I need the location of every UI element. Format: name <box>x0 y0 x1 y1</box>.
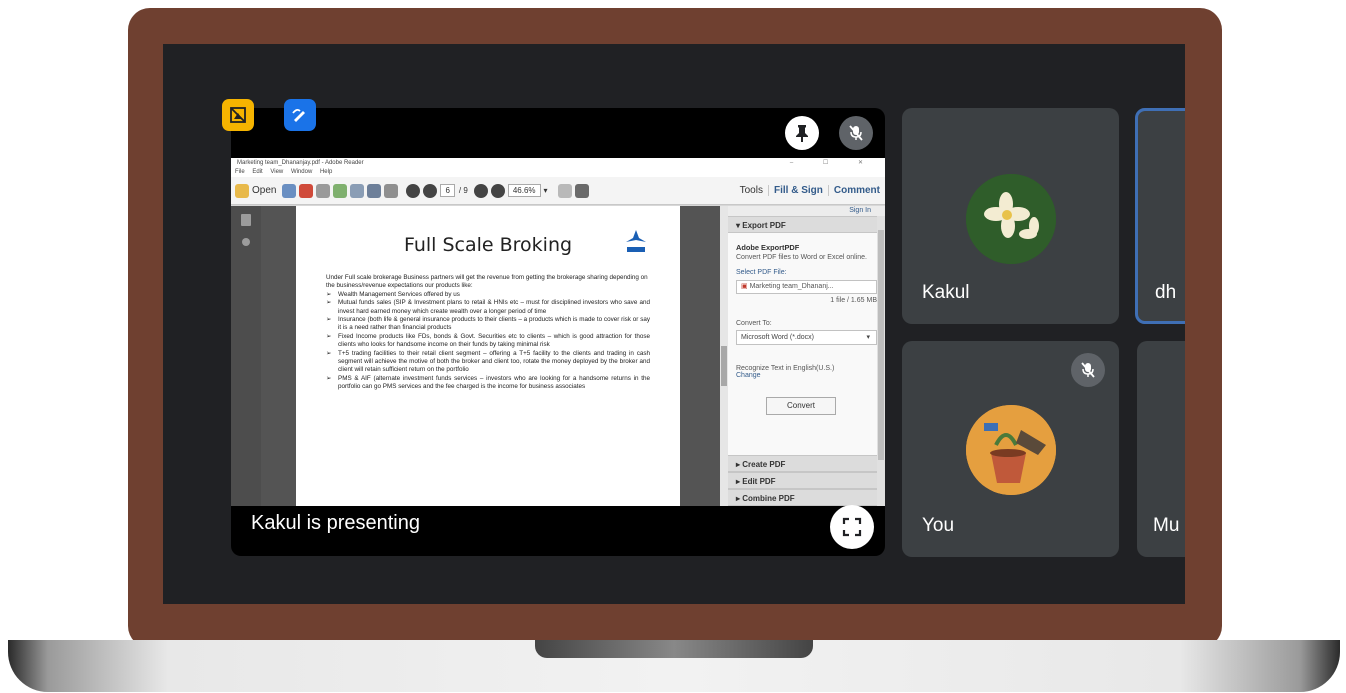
participant-tile[interactable]: Kakul <box>902 108 1119 324</box>
export-pdf-icon[interactable] <box>299 183 314 198</box>
convert-button[interactable]: Convert <box>766 397 836 415</box>
mic-off-icon <box>1071 353 1105 387</box>
avatar <box>966 174 1056 264</box>
pdf-page: Full Scale Broking Under Full scale brok… <box>296 206 680 506</box>
recognize-text-label: Recognize Text in English(U.S.) <box>736 365 835 372</box>
participant-name: Kakul <box>922 282 970 303</box>
file-size: 1 file / 1.65 MB <box>830 297 877 304</box>
edit-icon[interactable] <box>316 183 331 198</box>
laptop-hinge-notch <box>535 640 813 658</box>
participant-name: Mu <box>1153 515 1180 536</box>
fill-sign-tab[interactable]: Fill & Sign <box>767 185 828 196</box>
export-pdf-panel: Adobe ExportPDF Convert PDF files to Wor… <box>728 233 885 455</box>
convert-to-select[interactable]: Microsoft Word (*.docx) <box>736 330 877 345</box>
convert-to-label: Convert To: <box>736 320 772 327</box>
export-panel-title: Adobe ExportPDF <box>736 243 800 252</box>
page-number-input[interactable]: 6 <box>440 184 455 197</box>
document-title: Full Scale Broking <box>403 234 573 256</box>
toolbar: Open 6 / 9 46.6% ▾ Tools Fill & Sign Com… <box>231 177 885 205</box>
document-bullet-list: Wealth Management Services offered by us… <box>326 291 650 392</box>
avatar <box>966 405 1056 495</box>
window-title-bar: Marketing team_Dhananjay.pdf - Adobe Rea… <box>231 158 885 168</box>
page-down-icon[interactable] <box>423 183 438 198</box>
page-up-icon[interactable] <box>406 183 421 198</box>
window-controls[interactable]: – ☐ ✕ <box>790 158 877 168</box>
document-area: Full Scale Broking Under Full scale brok… <box>261 206 720 506</box>
create-pdf-section-header[interactable]: ▸ Create PDF <box>728 455 885 472</box>
selected-file-name: Marketing team_Dhananj... <box>749 283 834 290</box>
read-mode-icon[interactable] <box>574 183 589 198</box>
combine-pdf-section-header[interactable]: ▸ Combine PDF <box>728 489 885 506</box>
create-pdf-icon[interactable] <box>282 183 297 198</box>
pages-icon[interactable] <box>241 214 251 226</box>
menu-bar: File Edit View Window Help <box>231 168 885 177</box>
company-logo-icon <box>626 230 646 252</box>
selected-file-field[interactable]: ▣ Marketing team_Dhananj... <box>736 280 877 294</box>
open-label: Open <box>252 185 277 196</box>
scrollbar-thumb[interactable] <box>878 230 884 460</box>
fit-page-icon[interactable] <box>557 183 572 198</box>
adobe-reader-window: Marketing team_Dhananjay.pdf - Adobe Rea… <box>231 158 885 506</box>
list-item: PMS & AIF (alternate investment funds se… <box>326 375 650 392</box>
sign-in-link[interactable]: Sign In <box>728 206 885 216</box>
whiteboard-app-icon[interactable] <box>284 99 316 131</box>
export-pdf-section-header[interactable]: ▾ Export PDF <box>728 216 885 233</box>
mic-off-icon[interactable] <box>839 116 873 150</box>
participant-tile-self[interactable]: You <box>902 341 1119 557</box>
presenting-label: Kakul is presenting <box>251 512 420 534</box>
print-icon[interactable] <box>367 183 382 198</box>
open-button[interactable]: Open <box>235 183 277 198</box>
zoom-out-icon[interactable] <box>473 183 488 198</box>
page-total: / 9 <box>458 186 468 195</box>
activities-app-icon[interactable] <box>222 99 254 131</box>
list-item: Mutual funds sales (SIP & Investment pla… <box>326 299 650 316</box>
cloud-icon[interactable] <box>333 183 348 198</box>
list-item: Wealth Management Services offered by us <box>326 291 650 300</box>
menu-view[interactable]: View <box>270 169 283 175</box>
pdf-file-icon: ▣ <box>741 283 750 290</box>
list-item: Insurance (both life & general insurance… <box>326 316 650 333</box>
scrollbar-thumb[interactable] <box>721 346 727 386</box>
menu-window[interactable]: Window <box>291 169 312 175</box>
email-icon[interactable] <box>384 183 399 198</box>
folder-icon <box>235 183 249 198</box>
participant-name: dh <box>1155 282 1177 303</box>
select-file-label: Select PDF File: <box>736 269 787 276</box>
participant-tile[interactable]: Mu <box>1137 341 1185 557</box>
list-item: T+5 trading facilities to their retail c… <box>326 350 650 375</box>
window-title: Marketing team_Dhananjay.pdf - Adobe Rea… <box>237 160 364 166</box>
toolbar-right-tabs: Tools Fill & Sign Comment <box>735 185 885 196</box>
export-panel-description: Convert PDF files to Word or Excel onlin… <box>736 254 867 261</box>
tools-pane: Sign In ▾ Export PDF Adobe ExportPDF Con… <box>728 206 885 506</box>
zoom-dropdown-icon[interactable]: ▾ <box>544 186 548 195</box>
participant-name: You <box>922 515 955 536</box>
participant-tile-active[interactable]: dh <box>1135 108 1185 324</box>
document-intro: Under Full scale brokerage Business part… <box>326 274 648 290</box>
menu-file[interactable]: File <box>235 169 245 175</box>
document-scrollbar[interactable] <box>720 206 728 506</box>
comment-tab[interactable]: Comment <box>827 185 885 196</box>
pin-icon[interactable] <box>785 116 819 150</box>
menu-help[interactable]: Help <box>320 169 332 175</box>
tools-tab[interactable]: Tools <box>735 185 768 196</box>
edit-pdf-section-header[interactable]: ▸ Edit PDF <box>728 472 885 489</box>
zoom-in-icon[interactable] <box>490 183 505 198</box>
meeting-screen: Marketing team_Dhananjay.pdf - Adobe Rea… <box>163 44 1185 604</box>
save-icon[interactable] <box>350 183 365 198</box>
navigation-rail <box>231 206 261 506</box>
fullscreen-icon[interactable] <box>830 505 874 549</box>
change-language-link[interactable]: Change <box>736 372 877 379</box>
list-item: Fixed Income products like FDs, bonds & … <box>326 333 650 350</box>
menu-edit[interactable]: Edit <box>252 169 262 175</box>
attachment-icon[interactable] <box>242 238 250 246</box>
zoom-level-select[interactable]: 46.6% <box>507 184 541 197</box>
tools-pane-scrollbar[interactable] <box>877 216 885 506</box>
